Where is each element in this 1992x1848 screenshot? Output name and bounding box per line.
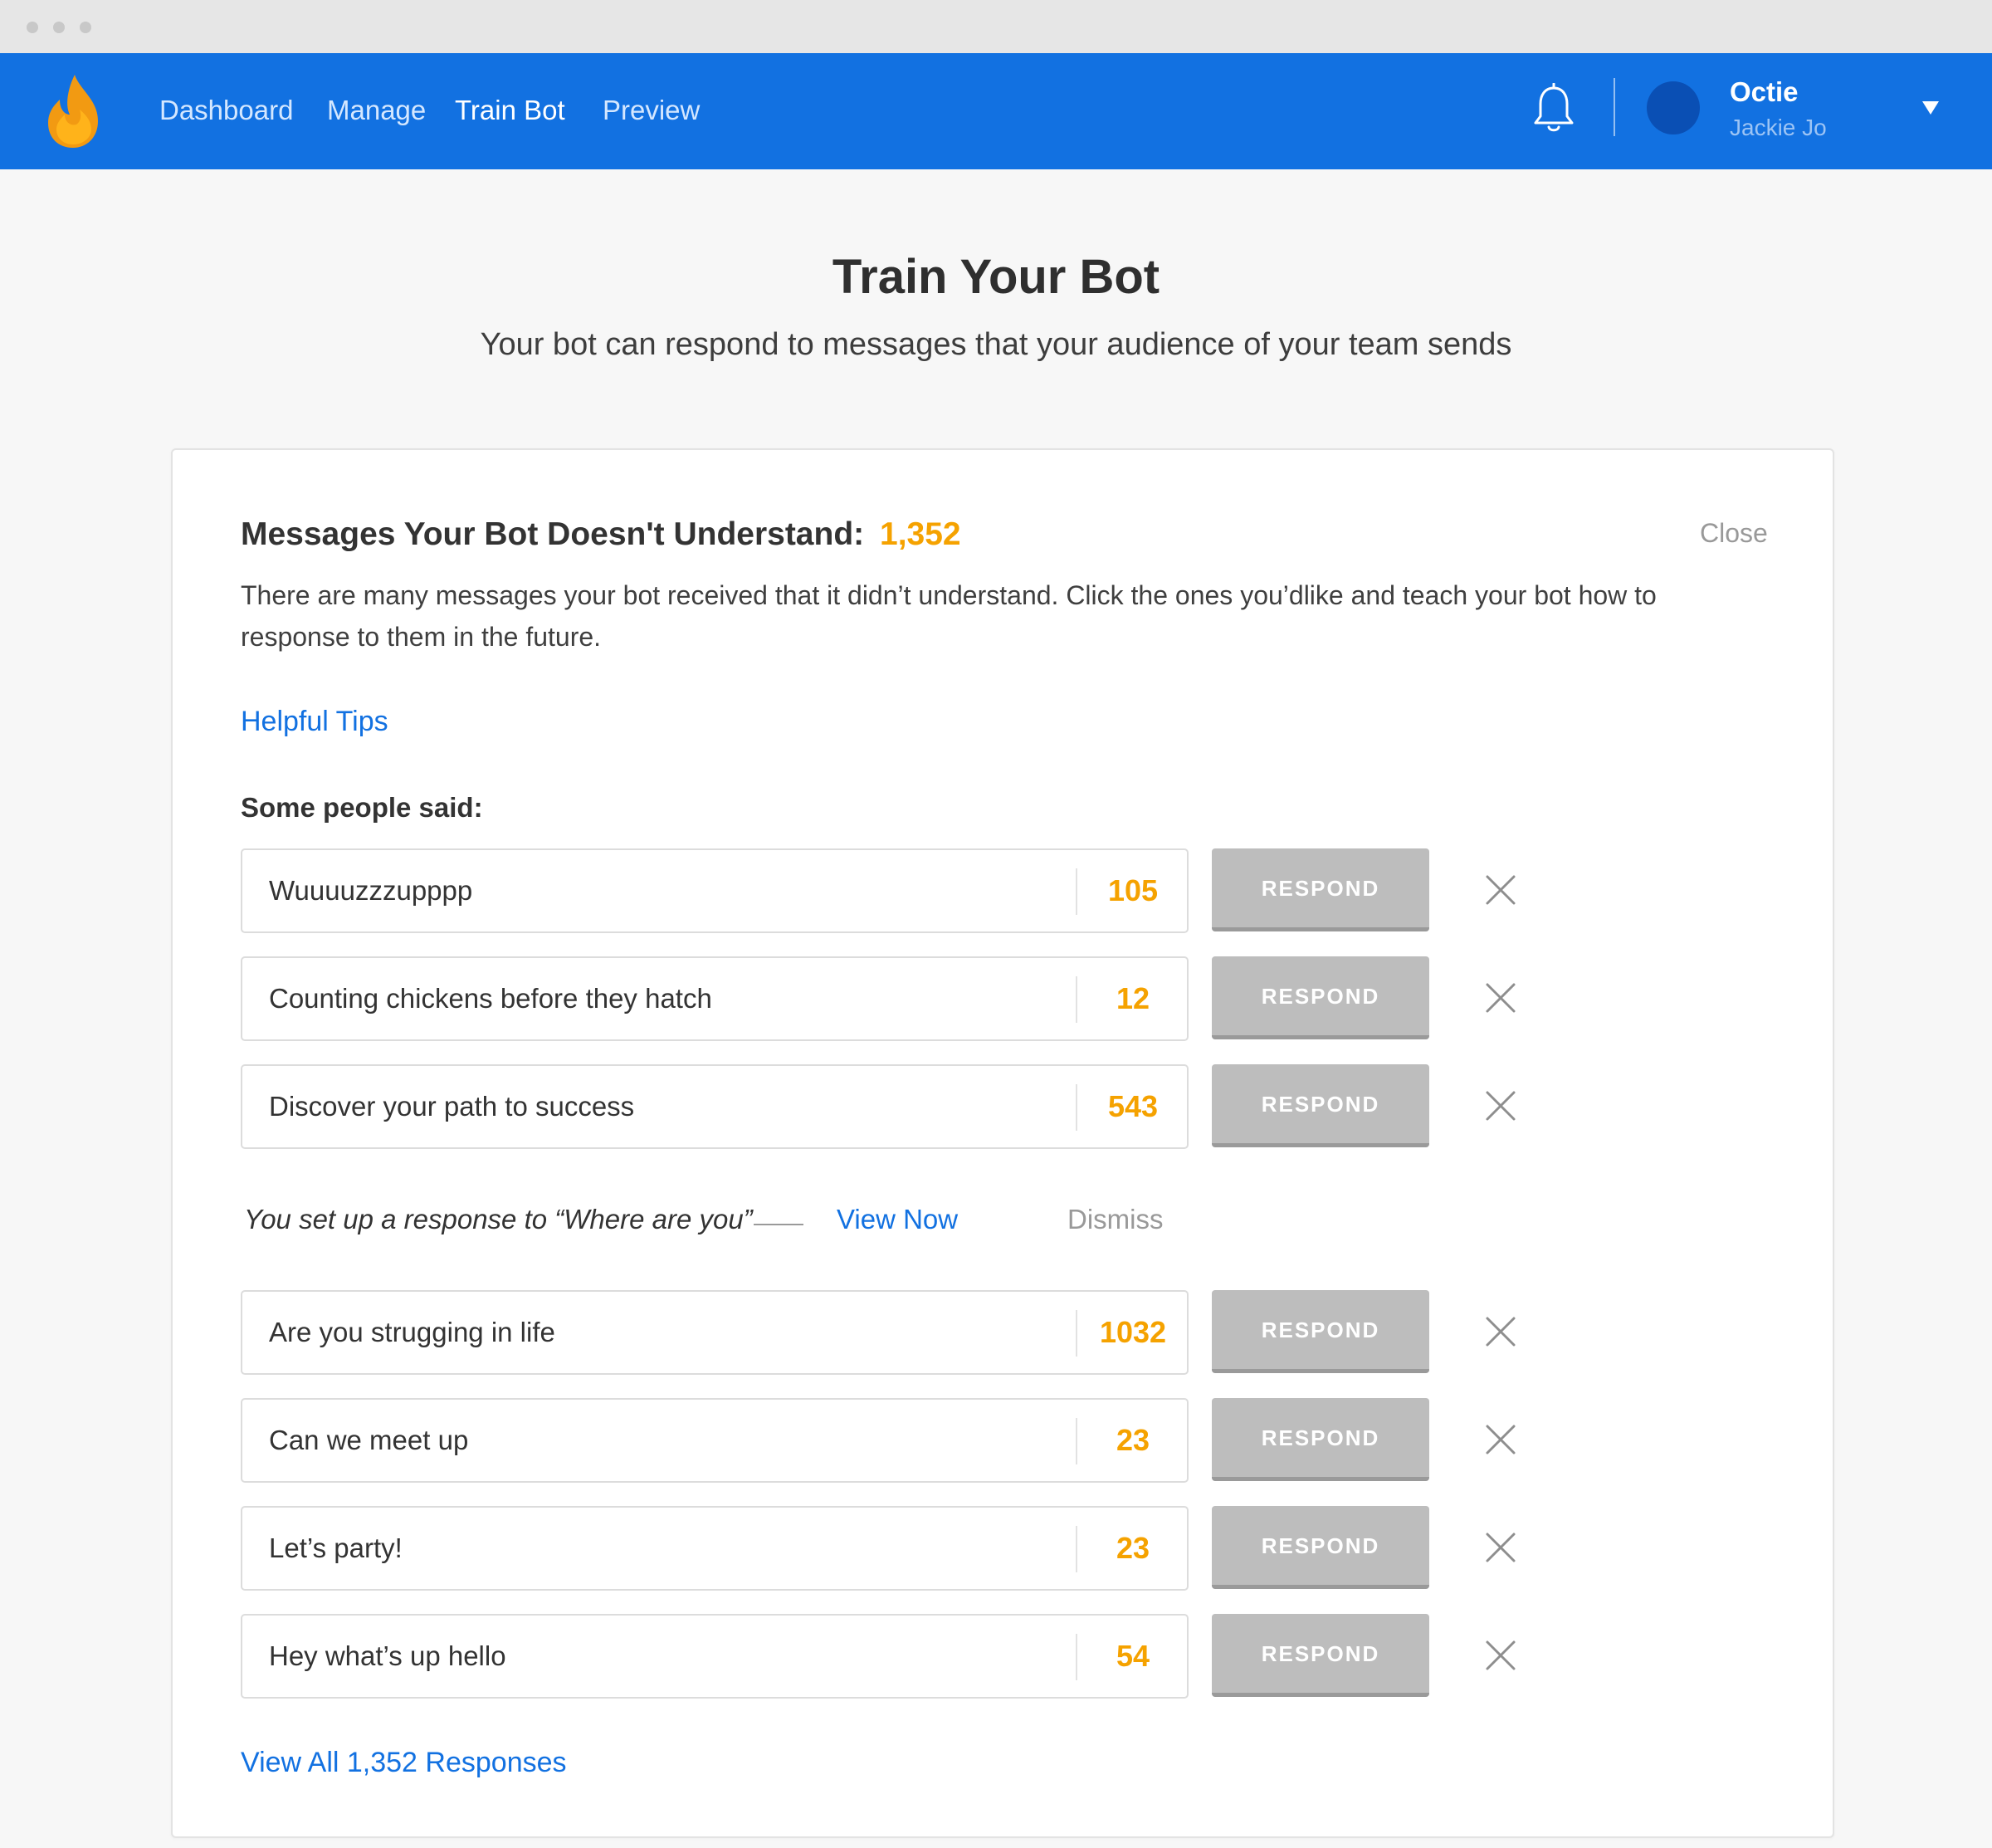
message-count: 1032 bbox=[1099, 1315, 1167, 1349]
message-text: Can we meet up bbox=[269, 1425, 469, 1455]
page-subtitle: Your bot can respond to messages that yo… bbox=[480, 327, 1512, 362]
message-row: Are you strugging in life 1032 RESPOND bbox=[241, 1290, 1519, 1375]
respond-button[interactable]: RESPOND bbox=[1212, 848, 1429, 931]
message-text: Let’s party! bbox=[269, 1533, 403, 1563]
training-card: Messages Your Bot Doesn't Understand: 1,… bbox=[171, 448, 1834, 1838]
window-dot bbox=[27, 22, 38, 33]
nav-dashboard[interactable]: Dashboard bbox=[159, 90, 293, 131]
respond-button[interactable]: RESPOND bbox=[1212, 956, 1429, 1039]
respond-button[interactable]: RESPOND bbox=[1212, 1506, 1429, 1589]
bell-icon[interactable] bbox=[1532, 83, 1575, 136]
close-button[interactable]: Close bbox=[1700, 518, 1768, 549]
respond-button[interactable]: RESPOND bbox=[1212, 1064, 1429, 1147]
message-text: Counting chickens before they hatch bbox=[269, 983, 712, 1014]
message-count: 12 bbox=[1116, 981, 1150, 1015]
user-subtitle: Jackie Jo bbox=[1730, 115, 1827, 140]
message-item[interactable]: Hey what’s up hello 54 bbox=[241, 1614, 1189, 1699]
window-titlebar bbox=[0, 0, 1992, 53]
top-navbar: Dashboard Manage Train Bot Preview Octie… bbox=[0, 53, 1992, 169]
message-row: Counting chickens before they hatch 12 R… bbox=[241, 956, 1519, 1041]
message-count: 54 bbox=[1116, 1639, 1150, 1673]
respond-button[interactable]: RESPOND bbox=[1212, 1614, 1429, 1697]
helpful-tips-link[interactable]: Helpful Tips bbox=[241, 706, 388, 738]
message-item[interactable]: Let’s party! 23 bbox=[241, 1506, 1189, 1591]
message-item[interactable]: Wuuuuzzzupppp 105 bbox=[241, 848, 1189, 933]
message-row: Hey what’s up hello 54 RESPOND bbox=[241, 1614, 1519, 1699]
nav-preview[interactable]: Preview bbox=[603, 90, 700, 131]
message-row: Can we meet up 23 RESPOND bbox=[241, 1398, 1519, 1483]
message-count: 23 bbox=[1116, 1423, 1150, 1457]
view-now-link[interactable]: View Now bbox=[837, 1204, 958, 1235]
message-count: 105 bbox=[1107, 873, 1159, 907]
nav-divider bbox=[1614, 78, 1615, 136]
close-icon[interactable] bbox=[1484, 1315, 1517, 1348]
message-item[interactable]: Can we meet up 23 bbox=[241, 1398, 1189, 1483]
user-name: Octie bbox=[1730, 76, 1799, 107]
message-count: 543 bbox=[1107, 1089, 1159, 1123]
close-icon[interactable] bbox=[1484, 1531, 1517, 1564]
respond-button[interactable]: RESPOND bbox=[1212, 1398, 1429, 1481]
nav-manage[interactable]: Manage bbox=[327, 90, 426, 131]
message-item[interactable]: Are you strugging in life 1032 bbox=[241, 1290, 1189, 1375]
message-item[interactable]: Discover your path to success 543 bbox=[241, 1064, 1189, 1149]
message-count: 23 bbox=[1116, 1531, 1150, 1565]
close-icon[interactable] bbox=[1484, 873, 1517, 907]
card-description: There are many messages your bot receive… bbox=[241, 580, 1657, 652]
message-row: Let’s party! 23 RESPOND bbox=[241, 1506, 1519, 1591]
respond-button[interactable]: RESPOND bbox=[1212, 1290, 1429, 1373]
message-text: Discover your path to success bbox=[269, 1091, 635, 1122]
page-title: Train Your Bot bbox=[832, 250, 1160, 304]
window-dot bbox=[80, 22, 91, 33]
message-row: Discover your path to success 543 RESPON… bbox=[241, 1064, 1519, 1149]
message-item[interactable]: Counting chickens before they hatch 12 bbox=[241, 956, 1189, 1041]
flame-logo-icon[interactable] bbox=[43, 71, 103, 151]
nav-train-bot[interactable]: Train Bot bbox=[455, 90, 565, 131]
caret-down-icon[interactable] bbox=[1922, 101, 1939, 115]
message-row: Wuuuuzzzupppp 105 RESPOND bbox=[241, 848, 1519, 933]
notice-divider bbox=[754, 1224, 803, 1225]
section-label: Some people said: bbox=[241, 792, 483, 823]
unknown-message-count: 1,352 bbox=[880, 516, 961, 552]
view-all-responses-link[interactable]: View All 1,352 Responses bbox=[241, 1747, 567, 1779]
close-icon[interactable] bbox=[1484, 981, 1517, 1014]
avatar[interactable] bbox=[1647, 81, 1700, 134]
card-title: Messages Your Bot Doesn't Understand: bbox=[241, 516, 865, 552]
close-icon[interactable] bbox=[1484, 1639, 1517, 1672]
message-text: Wuuuuzzzupppp bbox=[269, 875, 473, 906]
close-icon[interactable] bbox=[1484, 1423, 1517, 1456]
dismiss-link[interactable]: Dismiss bbox=[1067, 1204, 1163, 1235]
notice-text: You set up a response to “Where are you” bbox=[244, 1204, 753, 1234]
window-dot bbox=[53, 22, 65, 33]
close-icon[interactable] bbox=[1484, 1089, 1517, 1122]
message-text: Hey what’s up hello bbox=[269, 1640, 506, 1671]
message-text: Are you strugging in life bbox=[269, 1317, 555, 1347]
